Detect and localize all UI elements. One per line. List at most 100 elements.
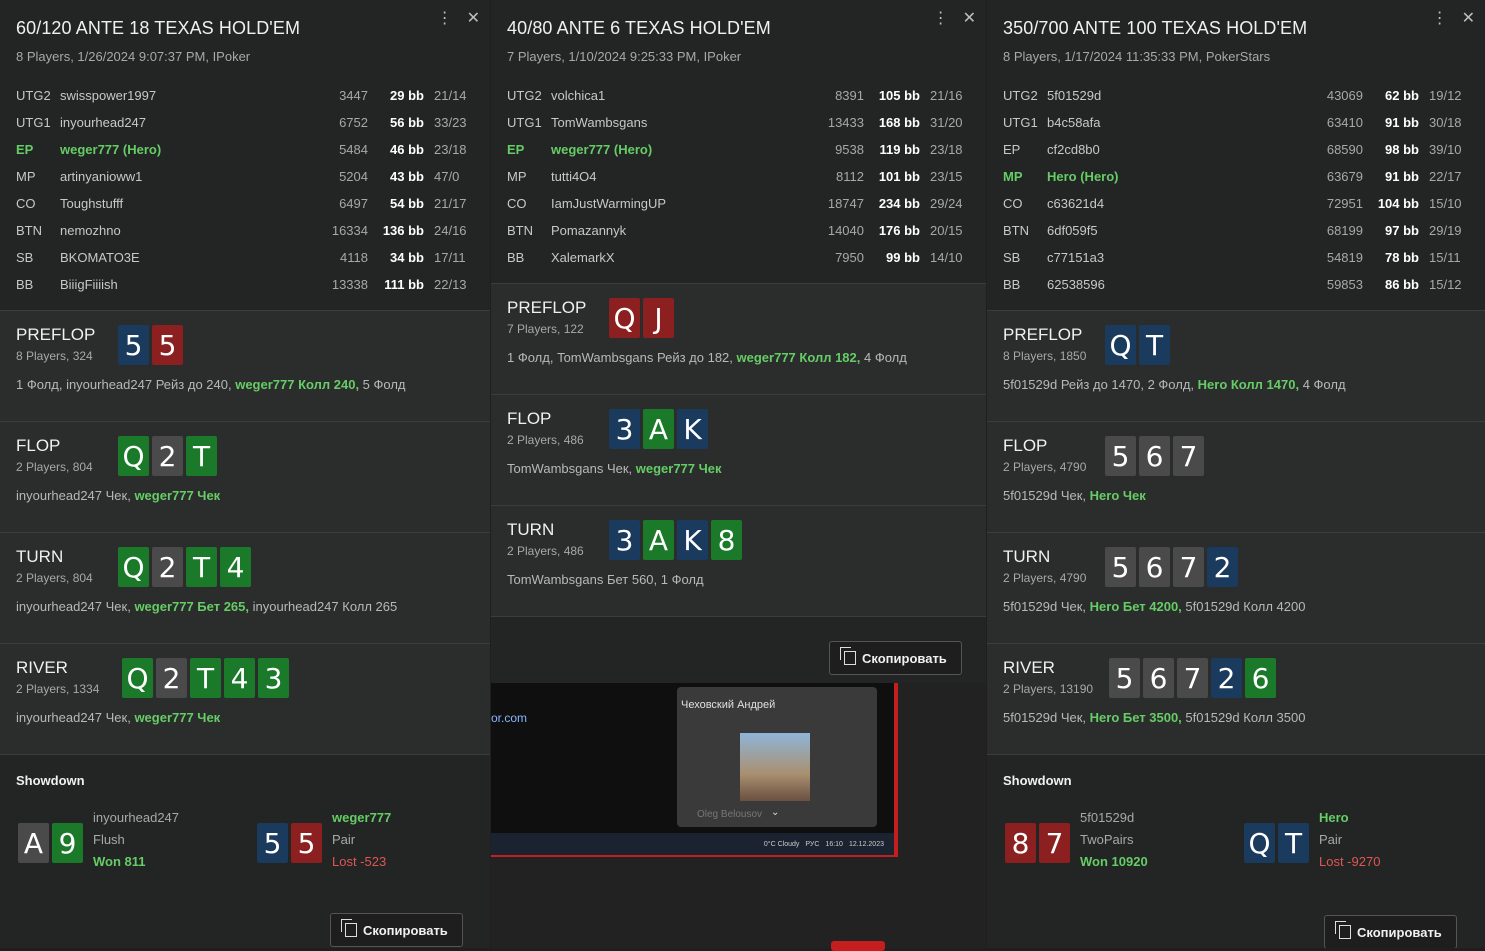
street-section-preflop: PREFLOP 8 Players, 1850 Q T 5f01529d Рейз до… <box>987 310 1485 421</box>
game-subtitle: 7 Players, 1/10/2024 9:25:33 PM, IPoker <box>507 49 742 64</box>
player-row[interactable]: BTN nemozhno 16334 136 bb 24/16 <box>16 217 474 244</box>
player-row[interactable]: BB XalemarkX 7950 99 bb 14/10 <box>507 244 970 271</box>
player-name: volchica1 <box>551 88 606 103</box>
action-text: 5f01529d Чек, <box>1003 710 1090 725</box>
hand-result: Lost -523 <box>332 854 387 869</box>
action-text: 5f01529d Рейз до 1470, 2 Фолд, <box>1003 377 1198 392</box>
player-row[interactable]: SB BKOMATO3E 4118 34 bb 17/11 <box>16 244 474 271</box>
player-row[interactable]: BTN 6df059f5 68199 97 bb 29/19 <box>1003 217 1469 244</box>
action-text: TomWambsgans Чек, <box>507 461 636 476</box>
player-bb: 34 bb <box>390 250 424 265</box>
player-position: CO <box>507 196 527 211</box>
player-row[interactable]: MP tutti4O4 8112 101 bb 23/15 <box>507 163 970 190</box>
player-row[interactable]: MP artinyanioww1 5204 43 bb 47/0 <box>16 163 474 190</box>
playing-card: 6 <box>1245 658 1276 698</box>
board-cards: 3AK <box>609 409 708 449</box>
player-position: BTN <box>16 223 42 238</box>
player-name: Toughstufff <box>60 196 124 211</box>
player-row[interactable]: SB c77151a3 54819 78 bb 15/11 <box>1003 244 1469 271</box>
player-row[interactable]: CO Toughstufff 6497 54 bb 21/17 <box>16 190 474 217</box>
playing-card: 5 <box>118 325 149 365</box>
player-position: UTG1 <box>1003 115 1038 130</box>
game-subtitle: 8 Players, 1/26/2024 9:07:37 PM, IPoker <box>16 49 251 64</box>
red-control-button[interactable] <box>831 941 885 951</box>
panel-controls: ⋮ ✕ <box>933 8 976 28</box>
player-stack: 13338 <box>331 277 368 292</box>
hand-cards: 87 <box>1005 823 1070 863</box>
board-cards: 55 <box>118 325 183 365</box>
call-participant-name: Чеховский Андрей <box>681 699 776 711</box>
playing-card: 5 <box>1105 436 1136 476</box>
player-position: UTG1 <box>507 115 542 130</box>
street-section-river: RIVER 2 Players, 1334 Q 2 T 4 3 inyourhead247 Ч… <box>0 643 490 754</box>
playing-card: A <box>643 409 674 449</box>
chevron-down-icon[interactable]: ⌄ <box>771 807 779 818</box>
more-vertical-icon[interactable]: ⋮ <box>933 8 949 28</box>
more-vertical-icon[interactable]: ⋮ <box>437 8 453 28</box>
player-row[interactable]: MP Hero (Hero) 63679 91 bb 22/17 <box>1003 163 1469 190</box>
player-row[interactable]: UTG2 swisspower1997 3447 29 bb 21/14 <box>16 82 474 109</box>
player-stats: 23/18 <box>434 142 467 157</box>
hero-action: weger777 Колл 240, <box>235 377 360 392</box>
player-stack: 18747 <box>827 196 864 211</box>
hand-cards: QT <box>1244 823 1309 863</box>
clock-time: 16:10 <box>825 840 843 848</box>
hero-action: Hero Чек <box>1089 488 1146 503</box>
player-stats: 29/19 <box>1429 223 1462 238</box>
player-row[interactable]: UTG1 inyourhead247 6752 56 bb 33/23 <box>16 109 474 136</box>
street-section-turn: TURN 2 Players, 486 3 A K 8 TomWambsgans Бет 5… <box>491 505 986 616</box>
more-vertical-icon[interactable]: ⋮ <box>1432 8 1448 28</box>
game-title: 60/120 ANTE 18 TEXAS HOLD'EM <box>16 18 301 38</box>
playing-card: 2 <box>1207 547 1238 587</box>
street-name: FLOP <box>507 409 552 428</box>
hand-player-name: Hero <box>1319 810 1349 825</box>
game-subtitle: 8 Players, 1/17/2024 11:35:33 PM, PokerS… <box>1003 49 1271 64</box>
player-stats: 47/0 <box>434 169 460 184</box>
panel-header: 350/700 ANTE 100 TEXAS HOLD'EM 8 Players… <box>987 0 1485 310</box>
player-stats: 23/15 <box>930 169 963 184</box>
player-stack: 5204 <box>339 169 368 184</box>
player-stats: 21/14 <box>434 88 467 103</box>
copy-icon <box>1335 921 1351 939</box>
player-row[interactable]: UTG2 volchica1 8391 105 bb 21/16 <box>507 82 970 109</box>
showdown-hand: A 9 inyourhead247 Flush Won 811 <box>18 807 179 873</box>
player-stack: 6497 <box>339 196 368 211</box>
playing-card: T <box>186 436 217 476</box>
hand-combination: Flush <box>93 832 125 847</box>
board-cards: 3AK8 <box>609 520 742 560</box>
street-actions: inyourhead247 Чек, weger777 Бет 265, iny… <box>16 599 397 614</box>
player-stack: 43069 <box>1326 88 1363 103</box>
player-bb: 78 bb <box>1385 250 1419 265</box>
copy-icon <box>341 919 357 937</box>
player-position: EP <box>16 142 34 157</box>
player-stats: 29/24 <box>930 196 963 211</box>
player-row[interactable]: UTG1 b4c58afa 63410 91 bb 30/18 <box>1003 109 1469 136</box>
close-icon[interactable]: ✕ <box>1462 8 1475 28</box>
player-row[interactable]: EP cf2cd8b0 68590 98 bb 39/10 <box>1003 136 1469 163</box>
player-row[interactable]: EP weger777 (Hero) 5484 46 bb 23/18 <box>16 136 474 163</box>
player-stats: 39/10 <box>1429 142 1462 157</box>
player-row[interactable]: BB 62538596 59853 86 bb 15/12 <box>1003 271 1469 298</box>
player-bb: 91 bb <box>1385 115 1419 130</box>
participant-photo <box>740 733 810 801</box>
player-row[interactable]: UTG1 TomWambsgans 13433 168 bb 31/20 <box>507 109 970 136</box>
player-row[interactable]: BB BiiigFiiiish 13338 111 bb 22/13 <box>16 271 474 298</box>
streets-list: PREFLOP 7 Players, 122 Q J 1 Фолд, TomWambsg… <box>491 283 986 616</box>
player-row[interactable]: CO c63621d4 72951 104 bb 15/10 <box>1003 190 1469 217</box>
close-icon[interactable]: ✕ <box>467 8 480 28</box>
street-info: 2 Players, 4790 <box>1003 460 1087 474</box>
player-row[interactable]: UTG2 5f01529d 43069 62 bb 19/12 <box>1003 82 1469 109</box>
copy-button[interactable]: Скопировать <box>330 913 463 947</box>
player-bb: 101 bb <box>878 169 920 184</box>
close-icon[interactable]: ✕ <box>963 8 976 28</box>
copy-button[interactable]: Скопировать <box>1324 915 1457 948</box>
player-position: UTG1 <box>16 115 51 130</box>
action-text: 1 Фолд, TomWambsgans Рейз до 182, <box>507 350 737 365</box>
player-row[interactable]: CO IamJustWarmingUP 18747 234 bb 29/24 <box>507 190 970 217</box>
copy-button[interactable]: Скопировать <box>829 641 962 675</box>
playing-card: 7 <box>1173 436 1204 476</box>
street-info: 8 Players, 1850 <box>1003 349 1087 363</box>
player-row[interactable]: EP weger777 (Hero) 9538 119 bb 23/18 <box>507 136 970 163</box>
player-row[interactable]: BTN Pomazannyk 14040 176 bb 20/15 <box>507 217 970 244</box>
street-info: 8 Players, 324 <box>16 349 93 363</box>
